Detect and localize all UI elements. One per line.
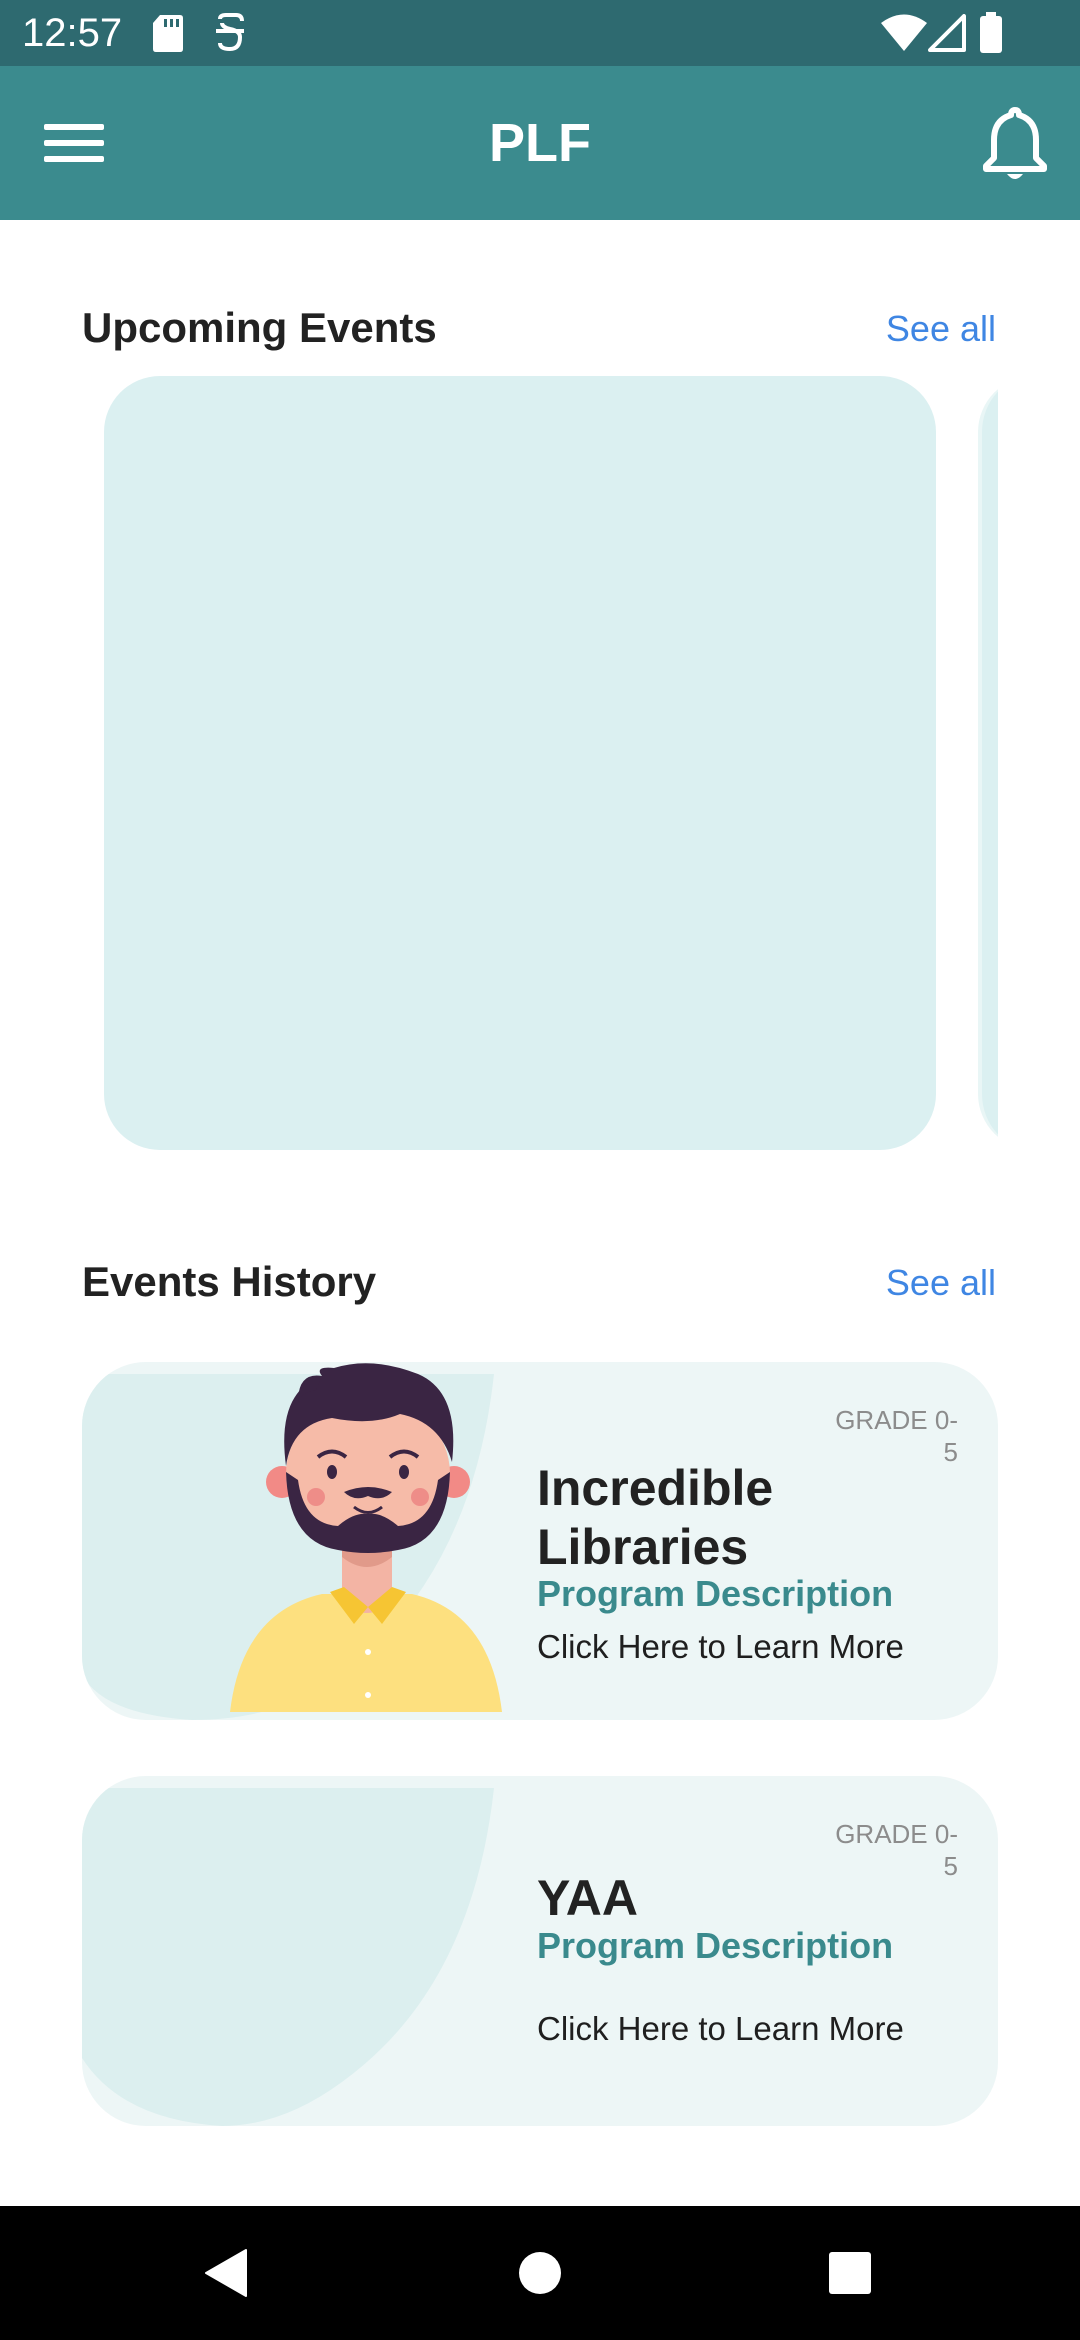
recents-square-icon[interactable] (815, 2238, 885, 2308)
sim-card-icon (216, 13, 244, 52)
program-title-line1: Incredible (537, 1460, 774, 1516)
learn-more-link[interactable]: Click Here to Learn More (537, 1626, 904, 1668)
app-title: PLF (489, 113, 591, 173)
program-title-line2: Libraries (537, 1519, 749, 1575)
home-circle-icon[interactable] (505, 2238, 575, 2308)
program-title: YAA (537, 1870, 638, 1926)
grade-label: GRADE 0-5 (835, 1819, 958, 1881)
learn-more-link[interactable]: Click Here to Learn More (537, 2008, 904, 2050)
status-bar: 12:57 (0, 0, 1080, 66)
battery-icon (980, 12, 1002, 53)
upcoming-see-all-link[interactable]: See all (840, 306, 996, 352)
back-triangle-icon[interactable] (192, 2238, 262, 2308)
upcoming-events-heading: Upcoming Events (82, 304, 437, 351)
history-see-all-link[interactable]: See all (840, 1260, 996, 1306)
card-clip (998, 376, 1080, 1150)
bearded-man-avatar-illustration (230, 1363, 502, 1712)
program-description: Program Description (537, 1573, 894, 1614)
cell-signal-icon (928, 14, 966, 52)
grade-label: GRADE 0-5 (835, 1405, 958, 1467)
history-card-incredible-libraries[interactable]: GRADE 0-5 Incredible Libraries Program D… (82, 1362, 998, 1720)
upcoming-event-card[interactable] (104, 376, 936, 1150)
history-card-yaa[interactable]: GRADE 0-5 YAA Program Description Click … (82, 1776, 998, 2126)
system-navigation-bar (0, 2206, 1080, 2340)
app-bar: PLF (0, 66, 1080, 220)
hamburger-menu-icon[interactable] (36, 116, 116, 172)
bell-icon[interactable] (978, 106, 1052, 184)
program-description: Program Description (537, 1925, 894, 1966)
sd-card-icon (153, 15, 183, 52)
status-time: 12:57 (22, 11, 123, 55)
wifi-icon (881, 14, 927, 51)
events-history-heading: Events History (82, 1258, 377, 1305)
card-background-shape (82, 1788, 494, 2126)
